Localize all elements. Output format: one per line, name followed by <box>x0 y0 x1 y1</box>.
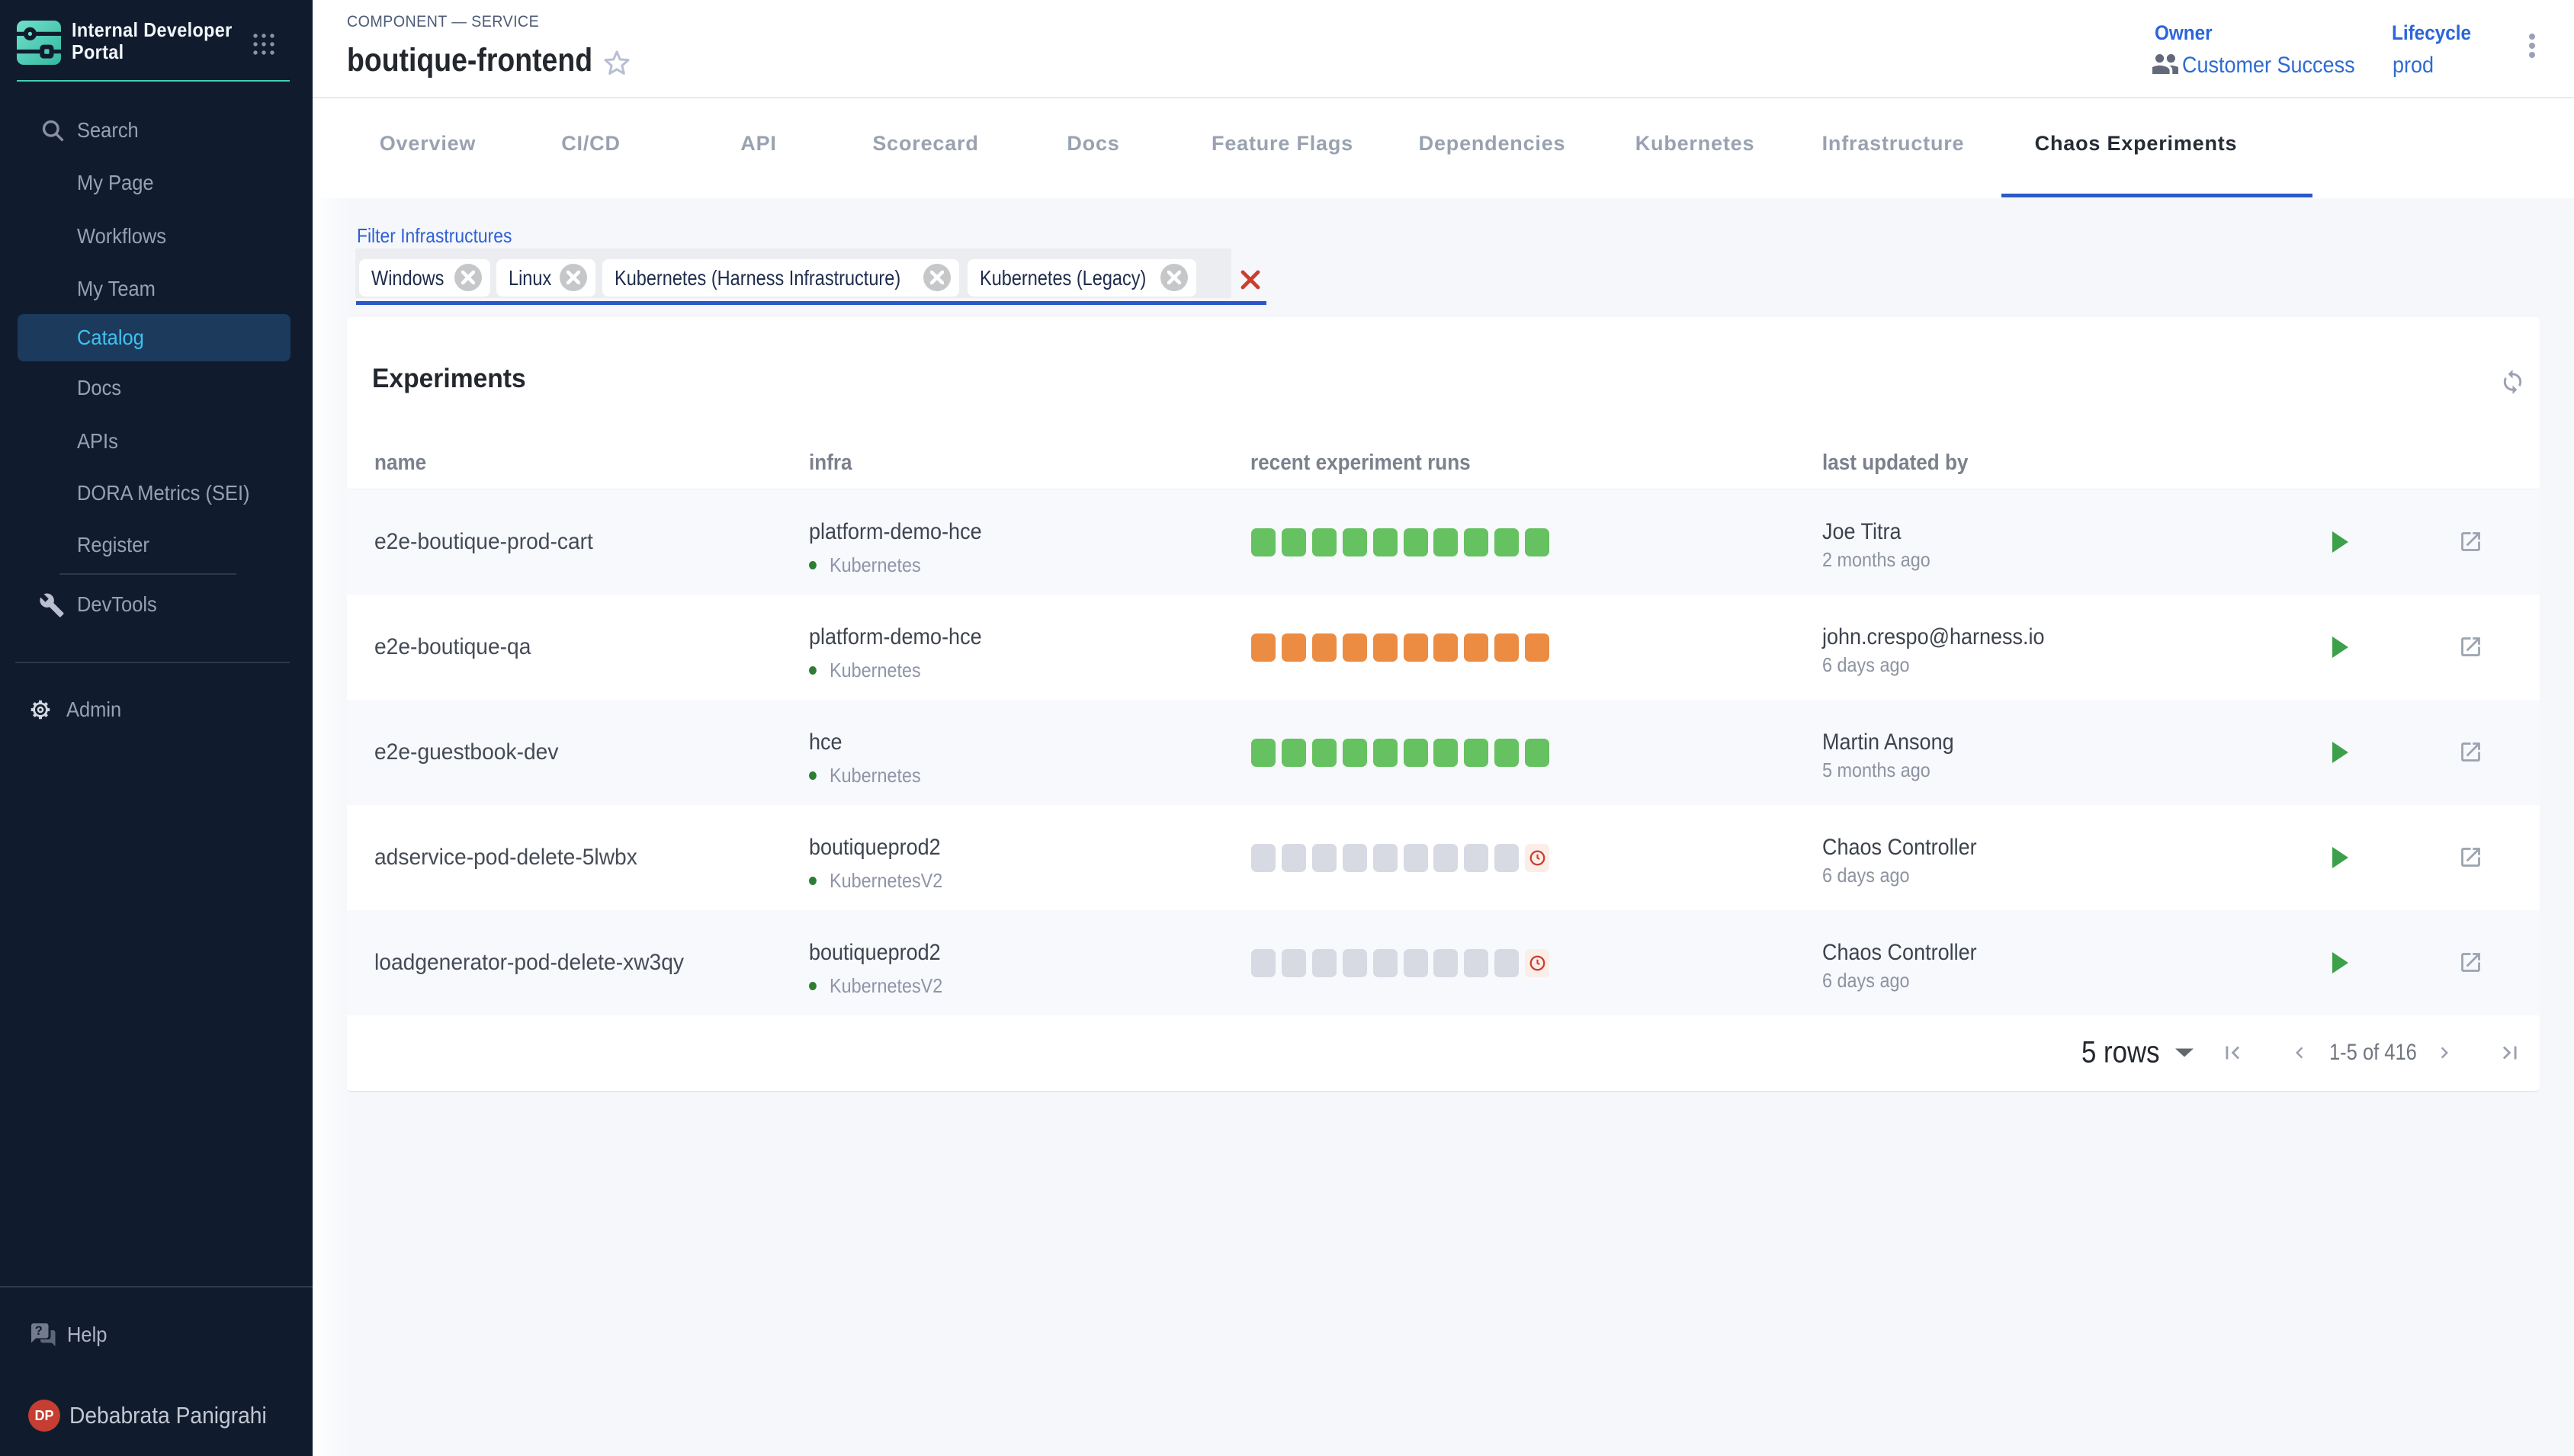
svg-text:?: ? <box>35 1324 43 1338</box>
